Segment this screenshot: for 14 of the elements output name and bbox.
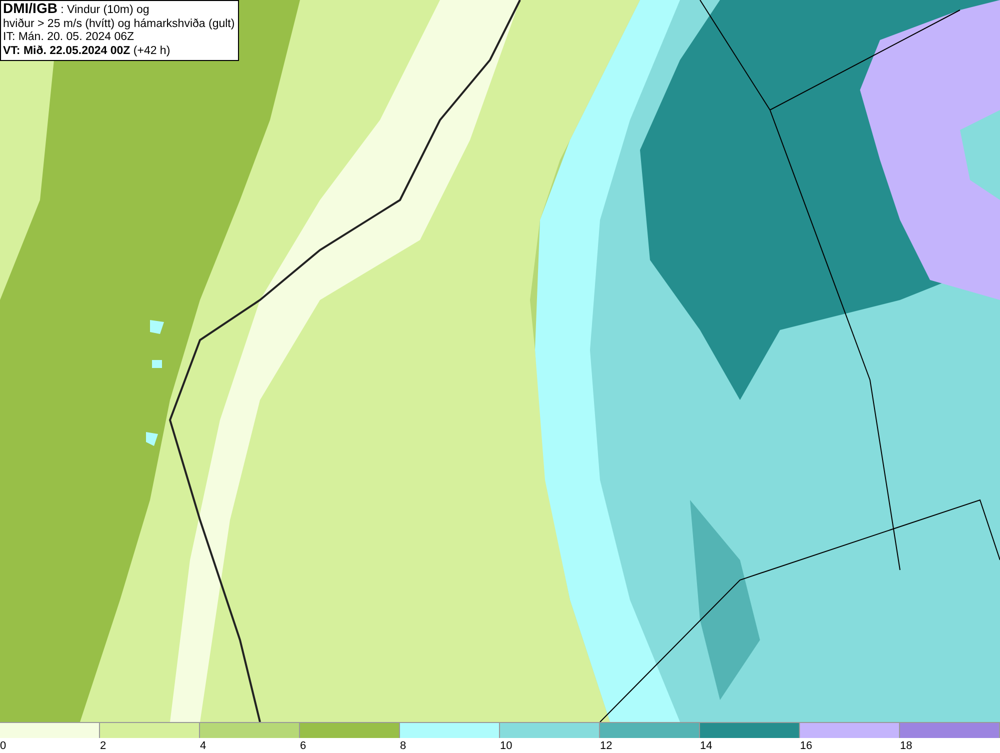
legend-label: 12 bbox=[600, 739, 612, 753]
info-text: DMI/IGB : Vindur (10m) og bbox=[3, 2, 150, 18]
info-text: hviður > 25 m/s (hvítt) og hámarkshviða (gult) bbox=[3, 18, 235, 31]
info-text: IT: Mán. 20. 05. 2024 06Z bbox=[3, 31, 136, 44]
legend-label: 16 bbox=[800, 739, 812, 753]
legend-label: 10 bbox=[500, 739, 512, 753]
info-text: VT: Mið. 22.05.2024 00Z (+42 h) bbox=[3, 44, 172, 58]
legend-label: 4 bbox=[200, 739, 206, 753]
legend-label: 0 bbox=[0, 739, 6, 753]
legend-label: 14 bbox=[700, 739, 712, 753]
legend-label: 6 bbox=[300, 739, 306, 753]
legend-label: 8 bbox=[400, 739, 406, 753]
legend-label: 18 bbox=[900, 739, 912, 753]
legend-label: 2 bbox=[100, 739, 106, 753]
